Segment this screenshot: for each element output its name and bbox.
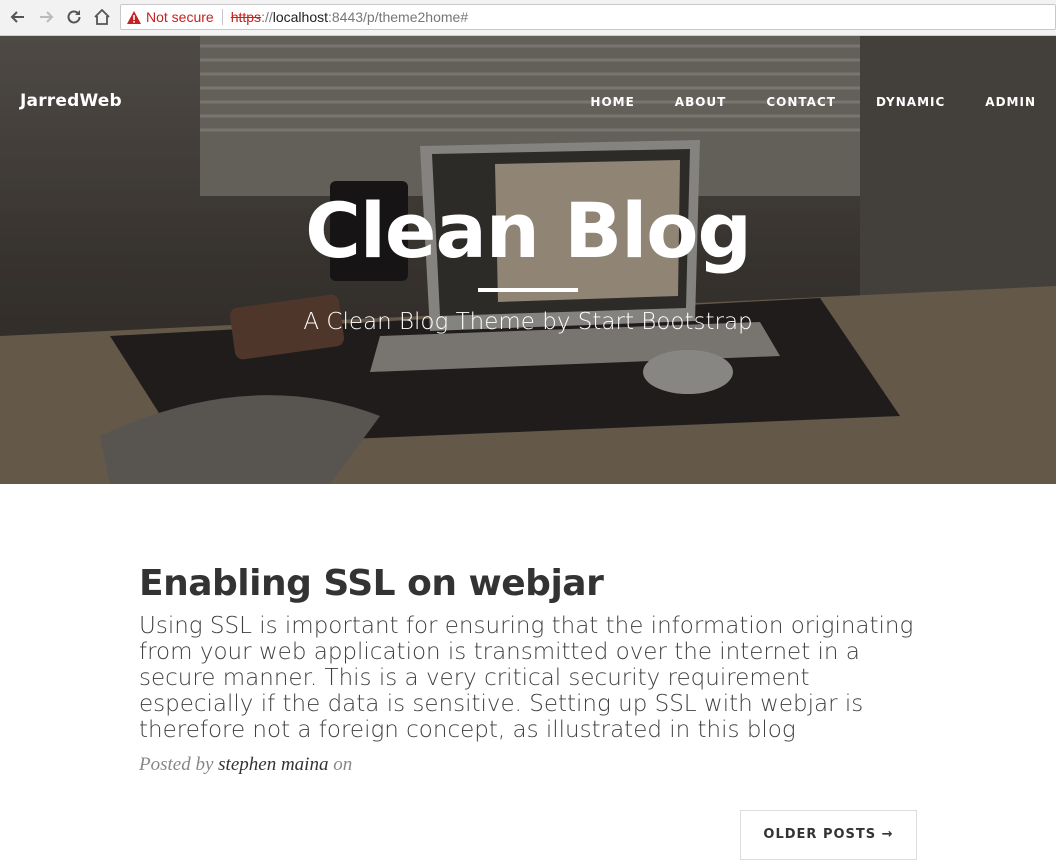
post-title[interactable]: Enabling SSL on webjar (139, 560, 604, 608)
older-posts-button[interactable]: OLDER POSTS → (740, 810, 917, 860)
reload-button[interactable] (63, 6, 85, 28)
main-nav: HOME ABOUT CONTACT DYNAMIC ADMIN (550, 95, 1036, 109)
hero-title: Clean Blog (305, 186, 752, 275)
posted-by-label: Posted by (139, 754, 214, 775)
arrow-left-icon (10, 11, 24, 23)
post-subtitle[interactable]: Using SSL is important for ensuring that… (139, 613, 919, 743)
hero-subtitle: A Clean Blog Theme by Start Bootstrap (303, 309, 753, 335)
arrow-right-icon (40, 11, 54, 23)
post-meta: Posted by stephen maina on (139, 754, 352, 776)
url-host: localhost (272, 9, 328, 25)
browser-toolbar: Not secure https://localhost:8443/p/them… (0, 0, 1056, 36)
back-button[interactable] (7, 6, 29, 28)
security-status[interactable]: Not secure (146, 9, 214, 25)
posted-on-label: on (333, 754, 353, 775)
hero-divider (478, 288, 578, 292)
home-icon (94, 8, 110, 25)
nav-item-home[interactable]: HOME (590, 95, 634, 109)
nav-item-dynamic[interactable]: DYNAMIC (876, 95, 945, 109)
hero-header: JarredWeb HOME ABOUT CONTACT DYNAMIC ADM… (0, 36, 1056, 484)
url-text[interactable]: https://localhost:8443/p/theme2home# (231, 9, 468, 25)
url-scheme: https (230, 9, 262, 25)
address-bar[interactable]: Not secure https://localhost:8443/p/them… (120, 4, 1056, 30)
nav-item-contact[interactable]: CONTACT (766, 95, 836, 109)
reload-icon (67, 10, 81, 24)
nav-item-about[interactable]: ABOUT (675, 95, 727, 109)
url-path: :8443/p/theme2home# (328, 9, 469, 25)
nav-item-admin[interactable]: ADMIN (985, 95, 1036, 109)
warning-icon[interactable] (127, 10, 141, 24)
url-separator: :// (261, 9, 273, 25)
divider (221, 9, 223, 25)
post-author[interactable]: stephen maina (218, 754, 328, 775)
home-button[interactable] (91, 6, 113, 28)
forward-button[interactable] (35, 6, 57, 28)
brand-link[interactable]: JarredWeb (20, 91, 122, 111)
